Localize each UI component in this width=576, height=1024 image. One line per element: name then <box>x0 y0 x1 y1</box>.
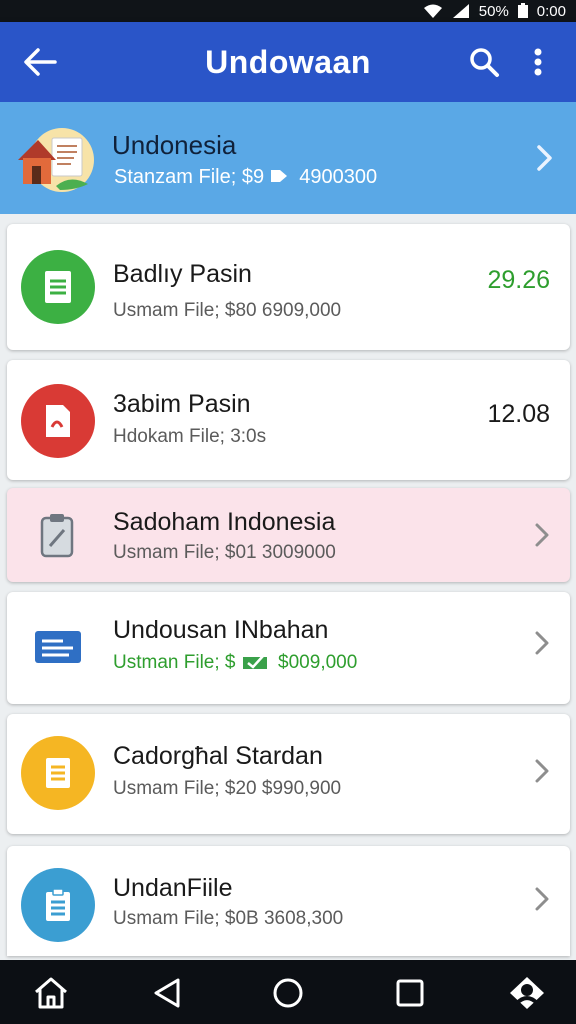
recents-square-icon[interactable] <box>391 974 429 1012</box>
item-value: 29.26 <box>487 266 550 294</box>
item-subtitle: Ustman File; $ $009,000 <box>113 652 357 674</box>
pdf-file-icon <box>21 384 95 458</box>
signal-icon <box>451 3 471 19</box>
note-icon <box>21 736 95 810</box>
item-title: Badlıy Pasin <box>113 260 252 288</box>
wifi-icon <box>423 3 443 19</box>
header-subtitle-text: Stanzam File; $9 <box>114 166 265 188</box>
clipboard-pen-icon <box>21 498 95 572</box>
home-circle-icon[interactable] <box>269 974 307 1012</box>
home-icon[interactable] <box>32 974 70 1012</box>
battery-icon <box>517 3 529 19</box>
system-nav-bar <box>0 960 576 1024</box>
chevron-right-icon[interactable] <box>534 886 550 917</box>
item-title: Sadoham Indonesia <box>113 508 336 536</box>
tag-icon <box>270 170 287 182</box>
chevron-right-icon[interactable] <box>534 630 550 661</box>
header-title: Undonesia <box>112 130 237 160</box>
house-document-icon <box>16 124 94 196</box>
chevron-right-icon[interactable] <box>536 144 554 177</box>
list-item[interactable]: UndanFiile Usmam File; $0B 3608,300 <box>7 846 570 956</box>
item-subtitle: Usmam File; $80 6909,000 <box>113 300 342 321</box>
chevron-right-icon[interactable] <box>534 758 550 789</box>
item-subtitle: Usmam File; $01 3009000 <box>113 542 336 563</box>
item-subtitle: Usmam File; $0B 3608,300 <box>113 908 344 929</box>
header-subtitle: Stanzam File; $9 4900300 <box>114 166 377 189</box>
status-bar: 50% 0:00 <box>0 0 576 22</box>
id-card-icon <box>21 610 95 684</box>
header-row[interactable]: Undonesia Stanzam File; $9 4900300 <box>0 102 576 214</box>
battery-percent: 50% <box>478 2 509 20</box>
document-icon <box>21 250 95 324</box>
item-subtitle: Usmam File; $20 $990,900 <box>113 778 342 799</box>
item-title: Cadorgħal Stardan <box>113 742 323 770</box>
list-item[interactable]: Cadorgħal Stardan Usmam File; $20 $990,9… <box>7 714 570 834</box>
item-subtitle-amount: $009,000 <box>278 652 358 673</box>
list-item[interactable]: Sadoham Indonesia Usmam File; $01 300900… <box>7 488 570 582</box>
more-vert-icon[interactable] <box>520 44 556 80</box>
header-subtitle-amount: 4900300 <box>299 166 378 188</box>
item-value: 12.08 <box>487 400 550 428</box>
list-item[interactable]: Undousan INbahan Ustman File; $ $009,000 <box>7 592 570 704</box>
list-item[interactable]: 3abim Pasin Hdokam File; 3:0s 12.08 <box>7 360 570 480</box>
clipboard-icon <box>21 868 95 942</box>
money-icon <box>242 655 267 669</box>
item-title: 3abim Pasin <box>113 390 251 418</box>
clock: 0:00 <box>536 2 566 20</box>
list-item[interactable]: Badlıy Pasin Usmam File; $80 6909,000 29… <box>7 224 570 350</box>
back-arrow-icon[interactable] <box>22 44 58 80</box>
assistant-icon[interactable] <box>508 974 546 1012</box>
app-bar: Undowaan <box>0 22 576 102</box>
item-title: Undousan INbahan <box>113 616 329 644</box>
item-subtitle: Hdokam File; 3:0s <box>113 426 267 447</box>
item-subtitle-text: Ustman File; $ <box>113 652 236 673</box>
search-icon[interactable] <box>466 44 502 80</box>
chevron-right-icon[interactable] <box>534 522 550 553</box>
item-title: UndanFiile <box>113 874 233 902</box>
back-triangle-icon[interactable] <box>148 974 186 1012</box>
